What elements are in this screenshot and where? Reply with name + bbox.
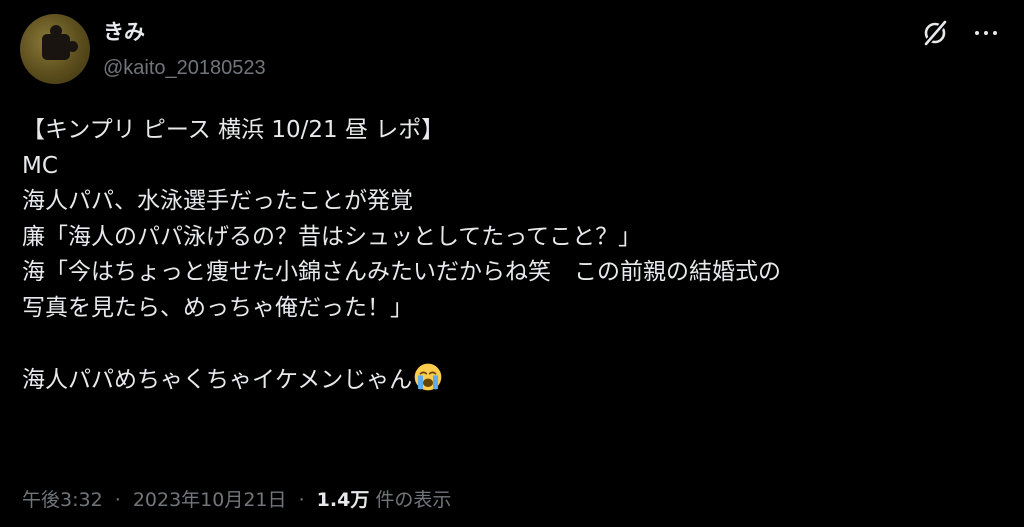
tweet-text: 【キンプリ ピース 横浜 10/21 昼 レポ】 MC 海人パパ、水泳選手だった… (22, 113, 1012, 397)
loudly-crying-face-emoji-icon (414, 363, 442, 390)
meta-separator: · (114, 489, 121, 511)
author-display-name[interactable]: きみ (103, 18, 145, 46)
avatar[interactable] (20, 14, 90, 84)
tweet-line: MC (22, 152, 58, 179)
views-label: 件の表示 (375, 489, 452, 511)
tweet-time[interactable]: 午後3:32 (22, 489, 103, 511)
tweet-line: 海「今はちょっと痩せた小錦さんみたいだからね笑 この前親の結婚式の (22, 259, 781, 285)
tweet-date[interactable]: 2023年10月21日 (133, 489, 287, 511)
grok-slash-circle-icon (923, 20, 948, 46)
tweet-line: 写真を見たら、めっちゃ俺だった！」 (22, 294, 413, 321)
tweet-line: 海人パパ、水泳選手だったことが発覚 (22, 188, 413, 214)
tweet-detail: きみ @kaito_20180523 【キンプリ ピース 横浜 10/21 昼 … (0, 0, 1024, 527)
tweet-line: 廉「海人のパパ泳げるの？昔はシュッとしてたってこと？」 (22, 223, 642, 250)
grok-button[interactable] (918, 16, 952, 50)
more-horizontal-icon (975, 31, 979, 35)
tweet-line-last: 海人パパめちゃくちゃイケメンじゃん (22, 362, 1012, 398)
more-dot (993, 31, 997, 35)
meta-separator: · (298, 489, 305, 511)
tweet-line-text: 海人パパめちゃくちゃイケメンじゃん (22, 366, 413, 393)
views-count[interactable]: 1.4万 (317, 489, 370, 511)
tweet-meta: 午後3:32 · 2023年10月21日 · 1.4万 件の表示 (22, 486, 451, 514)
author-handle[interactable]: @kaito_20180523 (103, 54, 266, 82)
tweet-line: 【キンプリ ピース 横浜 10/21 昼 レポ】 (22, 117, 445, 143)
more-options-button[interactable] (966, 16, 1006, 50)
more-dot (984, 31, 988, 35)
puzzle-piece-icon (42, 25, 78, 60)
